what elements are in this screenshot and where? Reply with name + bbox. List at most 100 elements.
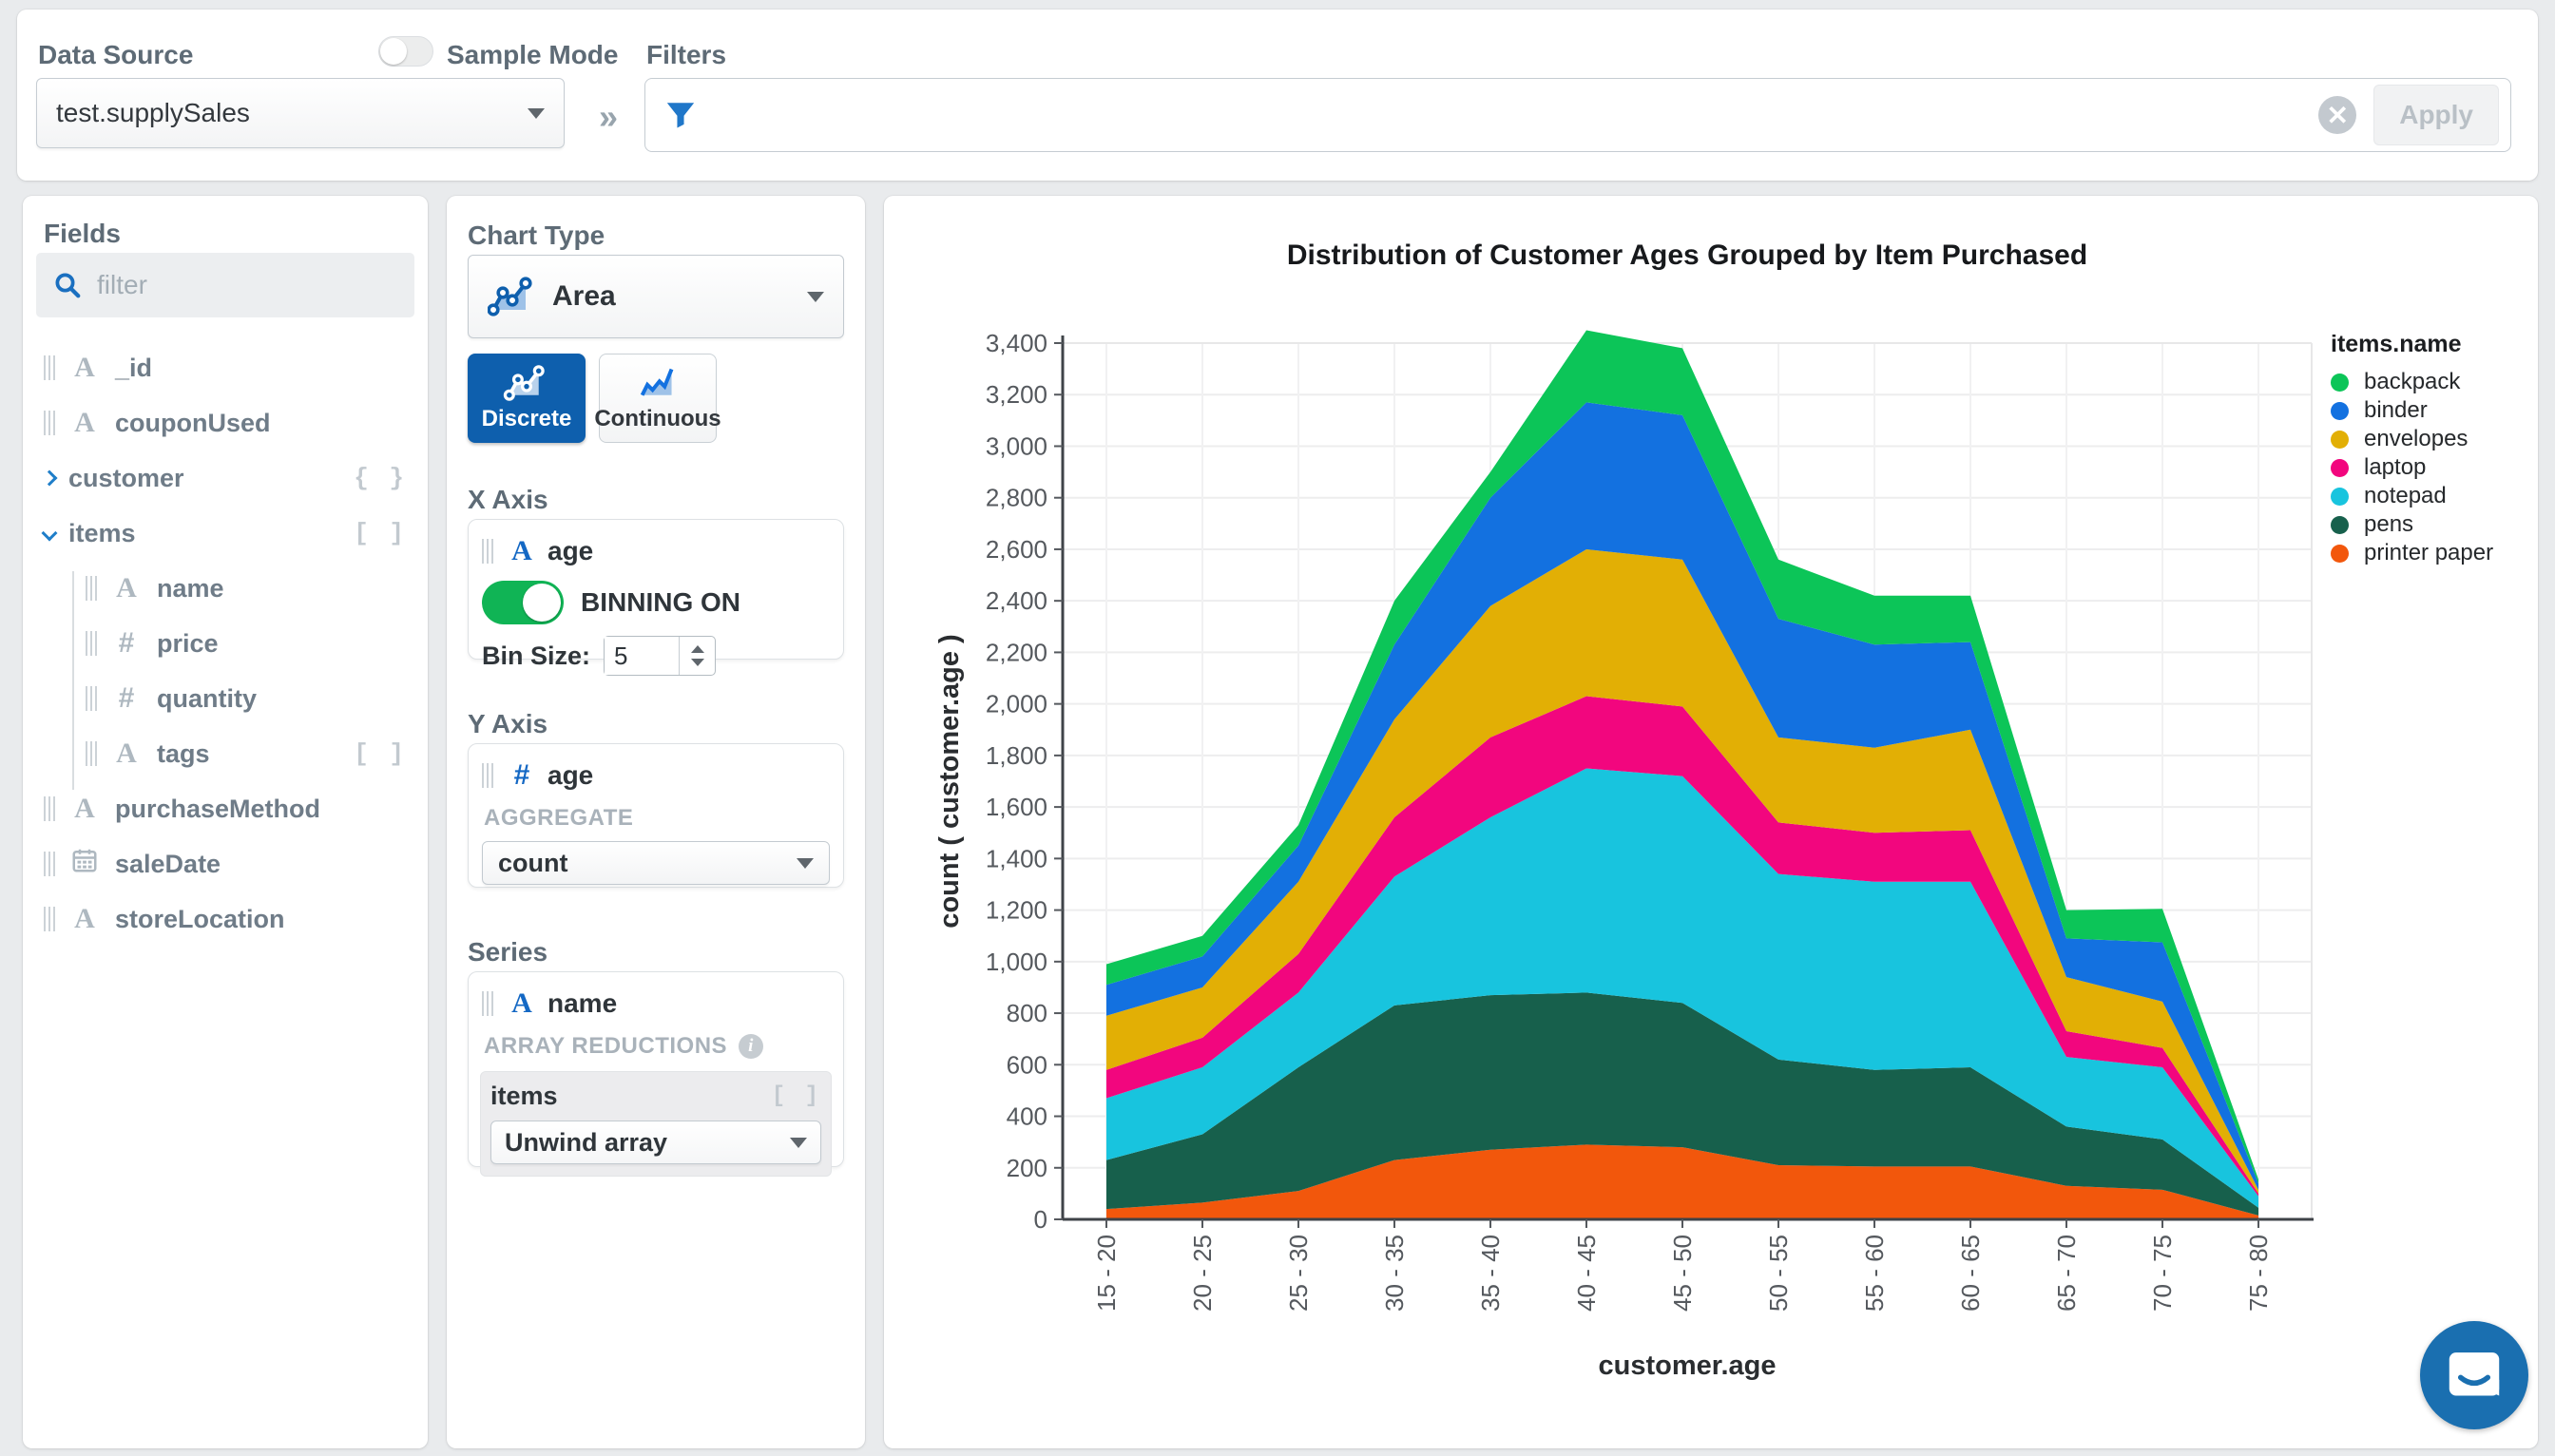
stepper-icon[interactable]	[679, 637, 715, 675]
legend-item-binder[interactable]: binder	[2331, 396, 2493, 425]
field-item-items[interactable]: items [ ]	[23, 506, 428, 561]
array-field-label: items	[490, 1082, 558, 1110]
field-item-customer[interactable]: customer { }	[23, 450, 428, 506]
drag-handle-icon[interactable]	[44, 355, 56, 380]
legend-item-printer-paper[interactable]: printer paper	[2331, 539, 2493, 567]
filters-input[interactable]: ✕ Apply	[644, 78, 2511, 152]
legend-item-pens[interactable]: pens	[2331, 510, 2493, 539]
array-reduction-box: items [ ] Unwind array	[480, 1071, 832, 1177]
drag-handle-icon[interactable]	[86, 576, 98, 601]
drag-handle-icon[interactable]	[482, 991, 494, 1016]
chevron-down-icon	[797, 857, 814, 869]
aggregate-select[interactable]: count	[482, 841, 830, 885]
chart-panel: 0 200 400 600 800 1,000 1,200 1,400 1,600 1,800 2,…	[884, 196, 2538, 1448]
continuous-area-icon	[640, 368, 674, 396]
field-label: price	[157, 628, 219, 658]
chart-type-label: Chart Type	[468, 220, 605, 250]
drag-handle-icon[interactable]	[44, 852, 56, 876]
svg-text:20 - 25: 20 - 25	[1188, 1235, 1217, 1312]
legend-label: notepad	[2364, 483, 2447, 508]
binning-toggle[interactable]	[482, 581, 564, 624]
drag-handle-icon[interactable]	[44, 907, 56, 931]
field-label: storeLocation	[115, 904, 285, 933]
stacked-area-chart: 0 200 400 600 800 1,000 1,200 1,400 1,600 1,800 2,…	[934, 239, 2314, 1381]
info-icon[interactable]: i	[739, 1034, 764, 1059]
svg-text:1,800: 1,800	[986, 741, 1047, 770]
legend-item-notepad[interactable]: notepad	[2331, 482, 2493, 510]
legend-item-laptop[interactable]: laptop	[2331, 453, 2493, 482]
series-card: A name ARRAY REDUCTIONS i items [ ] Unwi…	[468, 971, 844, 1177]
string-type-icon: A	[116, 738, 137, 769]
field-item-quantity[interactable]: # quantity	[23, 671, 428, 726]
y-axis-card: # age AGGREGATE count	[468, 743, 844, 888]
field-item-tags[interactable]: Atags [ ]	[23, 726, 428, 781]
binning-label: BINNING ON	[581, 587, 740, 617]
svg-text:2,200: 2,200	[986, 638, 1047, 666]
continuous-button[interactable]: Continuous	[594, 354, 721, 443]
svg-text:45 - 50: 45 - 50	[1668, 1235, 1697, 1312]
string-type-icon: A	[74, 793, 95, 824]
field-search-box[interactable]	[36, 253, 414, 317]
svg-text:30 - 35: 30 - 35	[1380, 1235, 1409, 1312]
field-label: quantity	[157, 683, 257, 713]
drag-handle-icon[interactable]	[482, 539, 494, 564]
field-item-couponUsed[interactable]: AcouponUsed	[23, 395, 428, 450]
chevron-down-icon[interactable]	[41, 525, 58, 542]
bin-size-value[interactable]	[605, 637, 680, 675]
legend-swatch	[2331, 487, 2349, 506]
apply-button[interactable]: Apply	[2373, 85, 2499, 145]
legend-swatch	[2331, 430, 2349, 449]
aggregate-value: count	[498, 848, 568, 877]
number-type-icon: #	[513, 759, 530, 791]
array-reduction-select[interactable]: Unwind array	[490, 1121, 821, 1164]
continuous-label: Continuous	[594, 406, 721, 431]
legend-item-envelopes[interactable]: envelopes	[2331, 425, 2493, 453]
svg-text:200: 200	[1007, 1154, 1047, 1182]
number-type-icon: #	[118, 682, 135, 714]
field-item-purchaseMethod[interactable]: ApurchaseMethod	[23, 781, 428, 836]
field-item-name[interactable]: Aname	[23, 561, 428, 616]
chevron-down-icon	[807, 291, 824, 302]
field-filter-input[interactable]	[97, 270, 363, 300]
top-bar: Data Source Sample Mode Filters test.sup…	[17, 10, 2538, 181]
field-list: A _id AcouponUsed customer{ } items[ ] Aname #…	[23, 340, 428, 947]
discrete-button[interactable]: Discrete	[468, 354, 586, 443]
field-label: customer	[68, 463, 184, 492]
field-label: saleDate	[115, 849, 221, 878]
clear-filter-icon[interactable]: ✕	[2318, 96, 2357, 134]
chart-settings-panel: Chart Type Area Discrete Continuous X Ax…	[447, 196, 865, 1448]
legend-label: printer paper	[2364, 540, 2494, 565]
drag-handle-icon[interactable]	[482, 763, 494, 788]
svg-text:2,800: 2,800	[986, 484, 1047, 512]
string-type-icon: A	[74, 352, 95, 383]
svg-text:3,200: 3,200	[986, 380, 1047, 409]
drag-handle-icon[interactable]	[86, 686, 98, 711]
field-item-saleDate[interactable]: saleDate	[23, 836, 428, 891]
y-axis-title: count ( customer.age )	[934, 634, 965, 928]
chevron-right-icon[interactable]	[41, 469, 58, 487]
drag-handle-icon[interactable]	[86, 741, 98, 766]
drag-handle-icon[interactable]	[86, 631, 98, 656]
x-axis-title: customer.age	[1599, 1351, 1777, 1381]
drag-handle-icon[interactable]	[44, 796, 56, 821]
aggregate-label: AGGREGATE	[484, 805, 634, 831]
field-item-price[interactable]: # price	[23, 616, 428, 671]
sample-mode-toggle[interactable]	[378, 36, 433, 67]
svg-text:15 - 20: 15 - 20	[1092, 1235, 1121, 1312]
legend-item-backpack[interactable]: backpack	[2331, 368, 2493, 396]
chat-button[interactable]	[2420, 1321, 2528, 1429]
svg-text:2,600: 2,600	[986, 535, 1047, 564]
data-source-select[interactable]: test.supplySales	[36, 78, 565, 148]
field-item-_id[interactable]: A _id	[23, 340, 428, 395]
drag-handle-icon[interactable]	[44, 411, 56, 435]
bin-size-input[interactable]	[604, 636, 717, 676]
discrete-area-icon	[503, 365, 545, 401]
chevron-down-icon	[790, 1137, 807, 1148]
svg-text:1,400: 1,400	[986, 844, 1047, 872]
svg-text:1,600: 1,600	[986, 793, 1047, 821]
svg-text:800: 800	[1007, 999, 1047, 1027]
field-item-storeLocation[interactable]: AstoreLocation	[23, 891, 428, 947]
x-axis-field: age	[548, 536, 594, 565]
chart-type-select[interactable]: Area	[468, 255, 844, 338]
number-type-icon: #	[118, 627, 135, 659]
